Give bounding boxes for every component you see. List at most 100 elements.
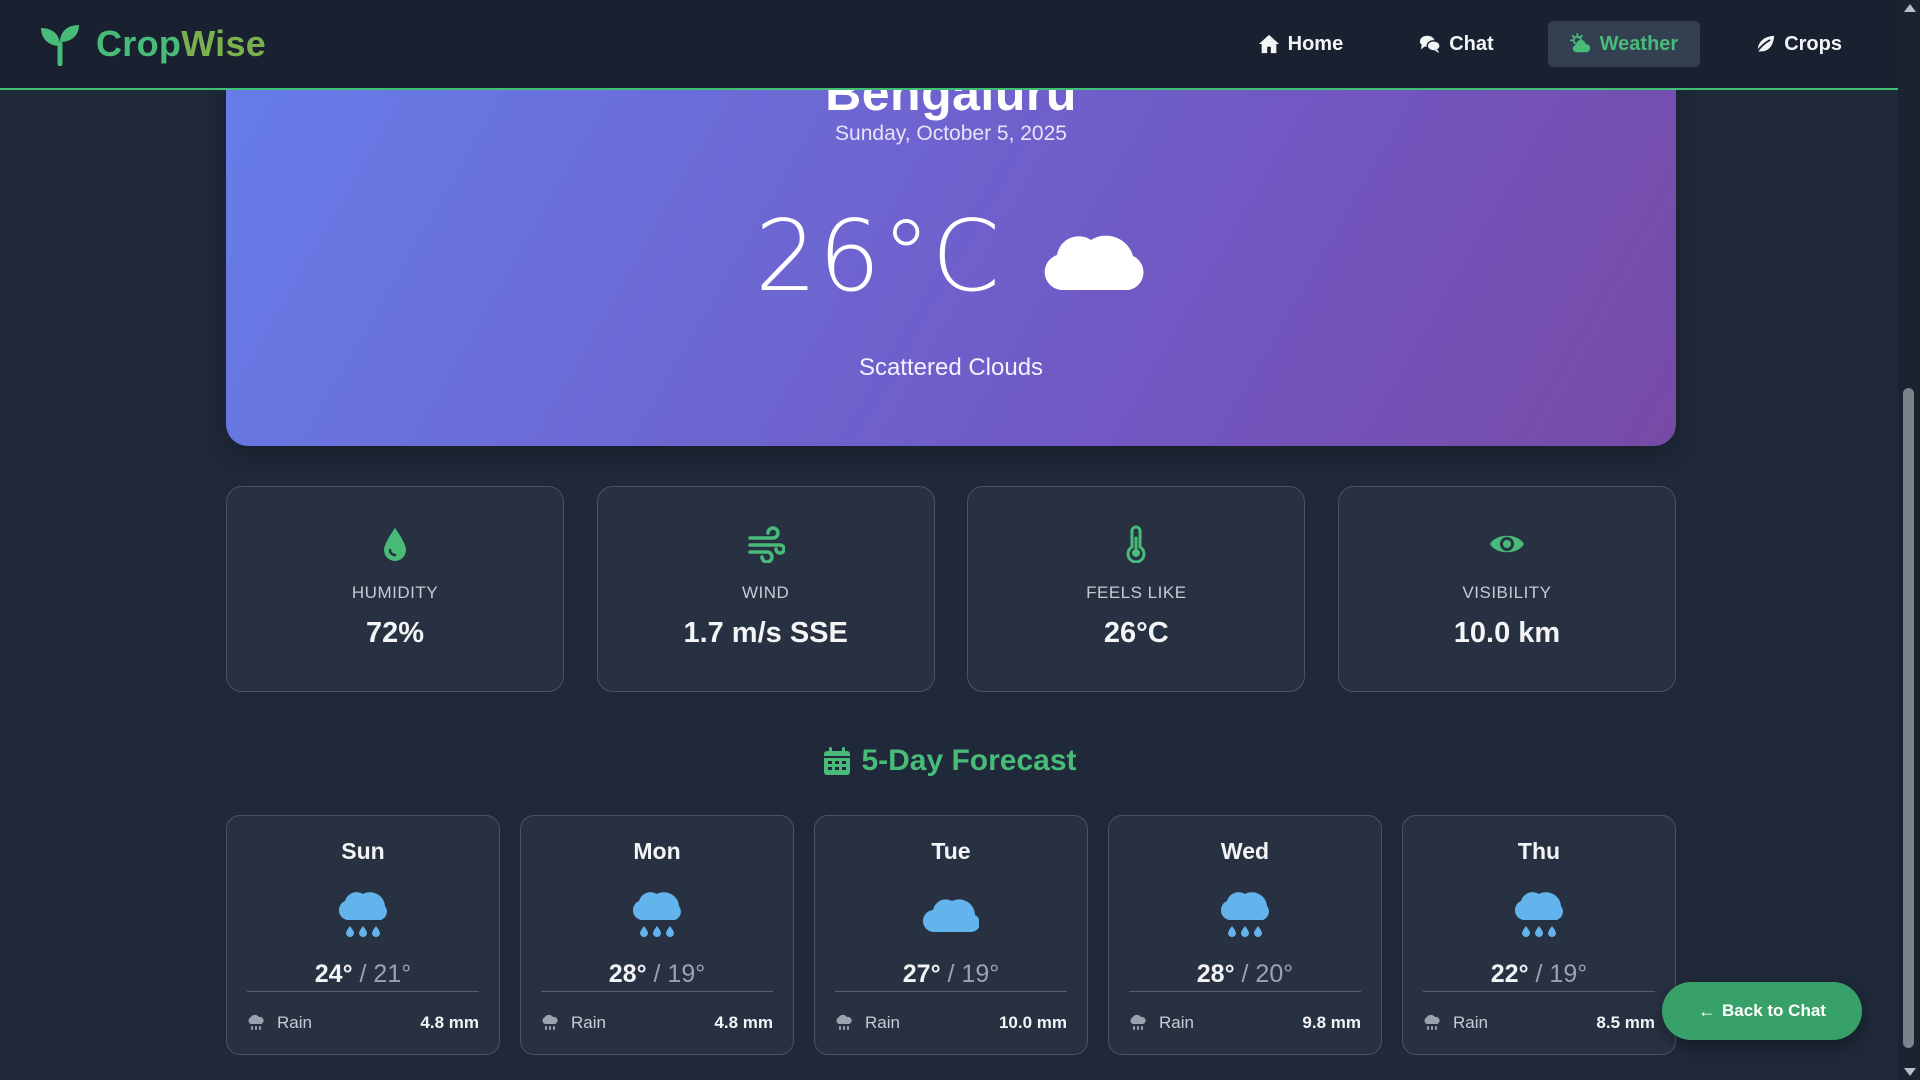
current-date: Sunday, October 5, 2025 xyxy=(835,122,1067,145)
forecast-rain: Rain 9.8 mm xyxy=(1129,1013,1361,1033)
divider xyxy=(835,991,1067,992)
forecast-day: Mon xyxy=(633,838,681,864)
temp-separator: / xyxy=(352,960,374,988)
nav-chat-label: Chat xyxy=(1449,32,1494,55)
nav-weather[interactable]: Weather xyxy=(1547,21,1701,67)
brand-name-part2: Wise xyxy=(181,23,267,64)
stat-wind-label: WIND xyxy=(741,583,790,602)
back-to-chat-button[interactable]: ← Back to Chat xyxy=(1662,982,1862,1040)
stat-humidity: HUMIDITY 72% xyxy=(226,486,564,692)
cloud-rain-small-icon xyxy=(1424,1014,1440,1030)
scroll-down-arrow-icon[interactable] xyxy=(1904,1068,1916,1076)
rain-label: Rain xyxy=(1159,1013,1194,1032)
arrow-left-icon: ← xyxy=(1698,1000,1717,1021)
cloud-icon xyxy=(1044,235,1144,290)
divider xyxy=(541,991,773,992)
chat-icon xyxy=(1420,35,1441,54)
rain-amount: 4.8 mm xyxy=(714,1013,773,1032)
rain-amount: 4.8 mm xyxy=(420,1013,479,1032)
rain-label: Rain xyxy=(1453,1013,1488,1032)
nav-weather-label: Weather xyxy=(1599,32,1679,55)
temperature-row: 26°C xyxy=(226,200,1676,314)
main-nav: Home Chat Weather Crops xyxy=(1204,21,1864,67)
nav-home[interactable]: Home xyxy=(1236,21,1366,67)
temp-separator: / xyxy=(1528,960,1550,988)
droplet-icon xyxy=(384,528,406,561)
forecast-list: Sun 24° / 21° Rain 4.8 mm Mon 28° / 19° xyxy=(226,815,1676,1055)
eye-icon xyxy=(1489,535,1524,553)
nav-chat[interactable]: Chat xyxy=(1397,21,1515,67)
stat-visibility-label: VISIBILITY xyxy=(1462,583,1552,602)
stat-humidity-label: HUMIDITY xyxy=(351,583,439,602)
forecast-temps: 27° / 19° xyxy=(815,960,1087,989)
forecast-heading: 5-Day Forecast xyxy=(0,744,1900,778)
nav-crops[interactable]: Crops xyxy=(1732,21,1864,67)
forecast-rain: Rain 4.8 mm xyxy=(247,1013,479,1033)
forecast-temps: 28° / 19° xyxy=(521,960,793,989)
current-weather-card: Bengaluru Sunday, October 5, 2025 26°C S… xyxy=(226,40,1676,446)
brand[interactable]: CropWise xyxy=(38,22,266,66)
home-icon xyxy=(1258,34,1279,54)
cloud-rain-icon xyxy=(632,892,681,937)
cloud-rain-small-icon xyxy=(836,1014,852,1030)
forecast-high: 28° xyxy=(1196,960,1235,988)
stat-humidity-value: 72% xyxy=(365,617,425,649)
nav-crops-label: Crops xyxy=(1784,32,1842,55)
stat-wind: WIND 1.7 m/s SSE xyxy=(596,486,935,692)
forecast-low: 21° xyxy=(373,960,412,988)
rain-label: Rain xyxy=(277,1013,312,1032)
forecast-low: 20° xyxy=(1255,960,1294,988)
cloud-icon xyxy=(923,899,979,933)
vertical-scrollbar[interactable] xyxy=(1898,0,1920,1080)
rain-amount: 10.0 mm xyxy=(998,1013,1067,1032)
forecast-card-thu: Thu 22° / 19° Rain 8.5 mm xyxy=(1402,815,1676,1055)
sprout-icon xyxy=(41,25,79,66)
temp-separator: / xyxy=(1234,960,1256,988)
rain-label: Rain xyxy=(865,1013,900,1032)
cloud-rain-small-icon xyxy=(1130,1014,1146,1030)
forecast-temps: 28° / 20° xyxy=(1109,960,1381,989)
divider xyxy=(1129,991,1361,992)
forecast-day: Sun xyxy=(341,838,385,864)
forecast-day: Tue xyxy=(931,838,971,864)
leaf-icon xyxy=(1755,35,1775,55)
rain-label: Rain xyxy=(571,1013,606,1032)
temp-separator: / xyxy=(646,960,668,988)
forecast-day: Wed xyxy=(1220,838,1270,864)
cloud-rain-small-icon xyxy=(248,1014,264,1030)
forecast-low: 19° xyxy=(1549,960,1588,988)
forecast-temps: 22° / 19° xyxy=(1403,960,1675,989)
stat-visibility: VISIBILITY 10.0 km xyxy=(1337,486,1676,692)
calendar-icon xyxy=(824,747,851,775)
rain-amount: 8.5 mm xyxy=(1596,1013,1655,1032)
weather-condition: Scattered Clouds xyxy=(858,354,1044,381)
thermometer-icon xyxy=(1126,525,1146,563)
forecast-low: 19° xyxy=(667,960,706,988)
back-to-chat-label: Back to Chat xyxy=(1722,1001,1826,1020)
forecast-card-sun: Sun 24° / 21° Rain 4.8 mm xyxy=(226,815,500,1055)
forecast-day: Thu xyxy=(1517,838,1561,864)
forecast-rain: Rain 4.8 mm xyxy=(541,1013,773,1033)
cloud-rain-icon xyxy=(338,892,387,937)
forecast-high: 28° xyxy=(608,960,647,988)
forecast-high: 22° xyxy=(1490,960,1529,988)
brand-name-part1: Crop xyxy=(96,23,182,64)
stat-visibility-value: 10.0 km xyxy=(1453,617,1561,649)
temp-separator: / xyxy=(940,960,962,988)
cloud-sun-icon xyxy=(1569,33,1590,53)
divider xyxy=(247,991,479,992)
nav-home-label: Home xyxy=(1287,32,1344,55)
forecast-card-wed: Wed 28° / 20° Rain 9.8 mm xyxy=(1108,815,1382,1055)
scroll-up-arrow-icon[interactable] xyxy=(1904,4,1916,12)
weather-stats: HUMIDITY 72% WIND 1.7 m/s SSE FEELS LIKE… xyxy=(226,486,1676,692)
top-navbar: CropWise Home Chat Weather Crops xyxy=(0,0,1898,90)
scrollbar-thumb[interactable] xyxy=(1903,388,1914,1048)
forecast-card-tue: Tue 27° / 19° Rain 10.0 mm xyxy=(814,815,1088,1055)
forecast-rain: Rain 8.5 mm xyxy=(1423,1013,1655,1033)
cloud-rain-icon xyxy=(1220,892,1269,937)
cloud-rain-icon xyxy=(1514,892,1563,937)
forecast-title: 5-Day Forecast xyxy=(861,744,1077,777)
stat-feels-like-value: 26°C xyxy=(1103,617,1169,649)
forecast-rain: Rain 10.0 mm xyxy=(835,1013,1067,1033)
rain-amount: 9.8 mm xyxy=(1302,1013,1361,1032)
